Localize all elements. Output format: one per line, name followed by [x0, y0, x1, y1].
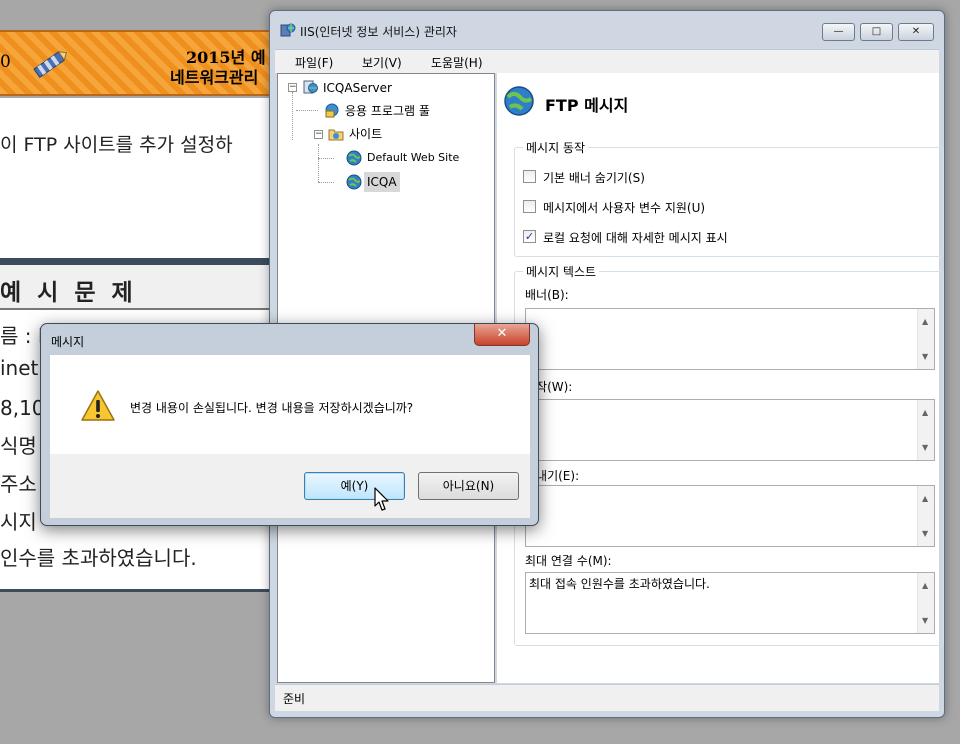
warning-icon	[81, 390, 115, 421]
tree-node-label: 사이트	[349, 127, 383, 141]
scroll-down-icon[interactable]: ▼	[922, 616, 928, 625]
checkbox-label: 로컬 요청에 대해 자세한 메시지 표시	[543, 231, 728, 245]
tree-node-label: Default Web Site	[367, 151, 460, 164]
globe-icon	[346, 150, 362, 166]
banner-title-line2: 네트워크관리	[170, 68, 259, 87]
feature-panel: FTP 메시지 메시지 동작 기본 배너 숨기기(S) 메시지에서 사용자 변수…	[497, 73, 944, 683]
section-header: 예 시 문 제	[0, 265, 300, 310]
tree-node-server[interactable]: ICQAServer	[320, 78, 395, 98]
menu-file[interactable]: 파일(F)	[295, 54, 333, 71]
section-title: 예 시 문 제	[0, 280, 137, 306]
sites-folder-icon	[328, 129, 344, 141]
scroll-up-icon[interactable]: ▲	[922, 494, 928, 503]
pencil-icon	[33, 51, 68, 78]
max-connections-value: 최대 접속 인원수를 초과하였습니다.	[529, 577, 710, 591]
banner-number: 0	[0, 52, 11, 72]
scrollbar[interactable]: ▲ ▼	[917, 573, 934, 633]
window-title: IIS(인터넷 정보 서비스) 관리자	[300, 25, 457, 39]
tree-node-label: ICQAServer	[323, 81, 392, 95]
tree-node-label: 응용 프로그램 풀	[345, 104, 430, 118]
title-bar[interactable]: IIS(인터넷 정보 서비스) 관리자 — □ ✕	[270, 11, 944, 49]
tree-node-label: ICQA	[364, 172, 400, 192]
dialog-message: 변경 내용이 손실됩니다. 변경 내용을 저장하시겠습니까?	[130, 401, 414, 415]
ftp-globe-icon	[504, 86, 534, 116]
status-text: 준비	[283, 692, 306, 706]
maximize-button[interactable]: □	[860, 23, 893, 41]
tree-line	[292, 92, 293, 140]
banner-label: 배너(B):	[525, 288, 569, 302]
tree-line	[318, 144, 319, 182]
tree-line	[296, 110, 318, 111]
scrollbar[interactable]: ▲ ▼	[917, 486, 934, 546]
hide-banner-checkbox[interactable]	[523, 170, 536, 183]
minimize-button[interactable]: —	[822, 23, 855, 41]
scrollbar[interactable]: ▲ ▼	[917, 309, 934, 369]
max-connections-label: 최대 연결 수(M):	[525, 554, 612, 568]
tree-node-sites[interactable]: 사이트	[346, 124, 385, 144]
dialog-title: 메시지	[51, 335, 85, 349]
tree-node-default-web-site[interactable]: Default Web Site	[364, 148, 462, 168]
group-title: 메시지 동작	[523, 139, 589, 156]
globe-icon	[346, 174, 362, 190]
mouse-cursor-icon	[374, 487, 389, 511]
tree-line	[318, 182, 334, 183]
dialog-body: 변경 내용이 손실됩니다. 변경 내용을 저장하시겠습니까?	[50, 355, 530, 454]
server-icon	[303, 80, 318, 94]
message-behavior-group: 메시지 동작 기본 배너 숨기기(S) 메시지에서 사용자 변수 지원(U) ✓…	[514, 139, 944, 257]
page-title: FTP 메시지	[545, 96, 629, 115]
scroll-down-icon[interactable]: ▼	[922, 529, 928, 538]
intro-text: 이 FTP 사이트를 추가 설정하	[0, 134, 233, 156]
document-line: 주소	[0, 472, 37, 496]
checkbox-label: 기본 배너 숨기기(S)	[543, 171, 645, 185]
dialog-footer: 예(Y) 아니요(N)	[50, 454, 530, 518]
exam-banner: 0 2015년 예 네트워크관리	[0, 30, 300, 96]
scrollbar[interactable]: ▲ ▼	[917, 400, 934, 460]
document-line: 름 : I	[0, 324, 44, 348]
tree-node-icqa[interactable]: ICQA	[364, 172, 400, 192]
menu-help[interactable]: 도움말(H)	[431, 54, 483, 71]
document-line: 시지	[0, 510, 37, 534]
dialog-close-button[interactable]: ✕	[474, 324, 530, 346]
scroll-up-icon[interactable]: ▲	[922, 408, 928, 417]
close-button[interactable]: ✕	[898, 23, 934, 41]
status-bar: 준비	[275, 684, 939, 711]
document-line: 인수를 초과하였습니다.	[0, 546, 197, 570]
app-pool-icon	[325, 103, 339, 118]
welcome-textarea[interactable]: ▲ ▼	[525, 399, 935, 461]
scroll-down-icon[interactable]: ▼	[922, 443, 928, 452]
menu-view[interactable]: 보기(V)	[362, 54, 402, 71]
no-button[interactable]: 아니요(N)	[418, 472, 519, 500]
save-changes-dialog: 메시지 ✕ 변경 내용이 손실됩니다. 변경 내용을 저장하시겠습니까? 예(Y…	[40, 323, 539, 526]
divider	[0, 258, 300, 265]
message-text-group: 메시지 텍스트 배너(B): ▲ ▼ 시작(W): ▲ ▼ 끝내기(E): ▲	[514, 263, 944, 646]
expand-toggle[interactable]: −	[314, 130, 323, 139]
detailed-messages-checkbox[interactable]: ✓	[523, 230, 536, 243]
group-title: 메시지 텍스트	[523, 263, 600, 280]
scroll-up-icon[interactable]: ▲	[922, 317, 928, 326]
iis-app-icon	[280, 23, 296, 37]
menu-bar: 파일(F) 보기(V) 도움말(H)	[275, 49, 939, 73]
scroll-down-icon[interactable]: ▼	[922, 352, 928, 361]
banner-textarea[interactable]: ▲ ▼	[525, 308, 935, 370]
user-variables-checkbox[interactable]	[523, 200, 536, 213]
document-line: 8,10	[0, 396, 45, 420]
tree-line	[318, 158, 334, 159]
scroll-up-icon[interactable]: ▲	[922, 581, 928, 590]
exit-textarea[interactable]: ▲ ▼	[525, 485, 935, 547]
checkbox-label: 메시지에서 사용자 변수 지원(U)	[543, 201, 706, 215]
expand-toggle[interactable]: −	[288, 83, 297, 92]
document-line: 식명	[0, 434, 37, 458]
max-connections-textarea[interactable]: 최대 접속 인원수를 초과하였습니다. ▲ ▼	[525, 572, 935, 634]
tree-node-app-pools[interactable]: 응용 프로그램 풀	[342, 101, 433, 121]
document-page: 이 FTP 사이트를 추가 설정하	[0, 98, 300, 258]
